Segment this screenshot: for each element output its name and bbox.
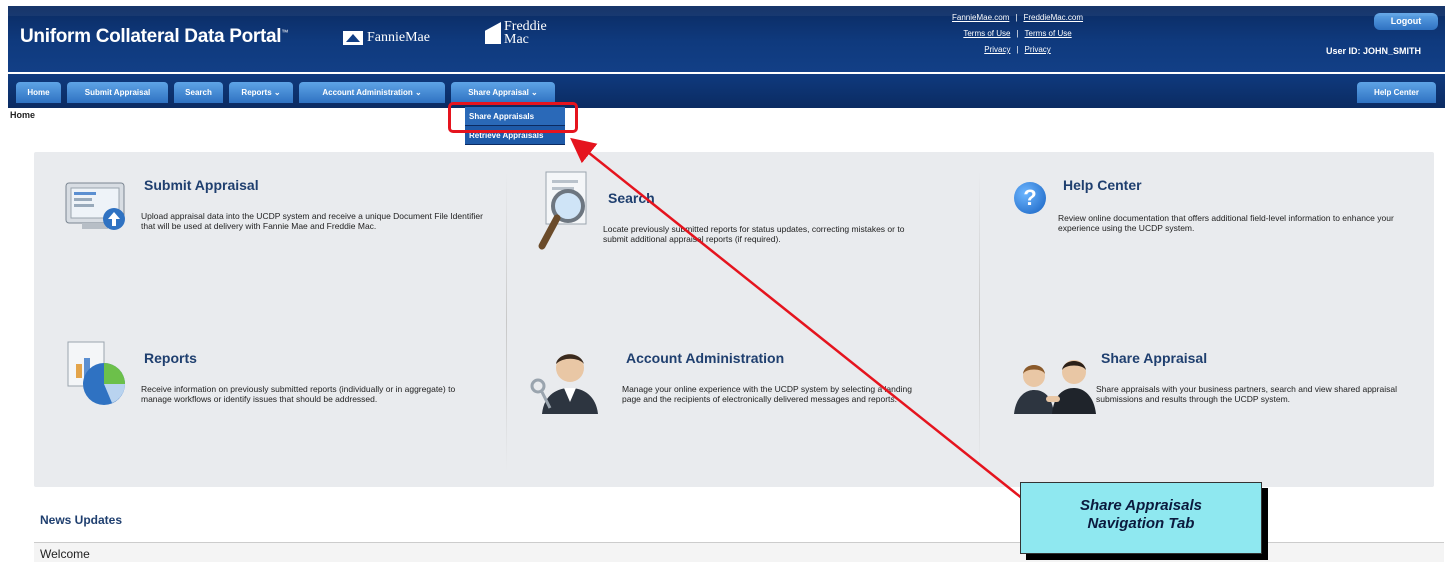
site-header: Uniform Collateral Data Portal™ FannieMa… [8, 6, 1445, 72]
fannie-mae-logo[interactable]: FannieMae [343, 30, 430, 46]
fannie-terms-link[interactable]: Terms of Use [963, 26, 1010, 42]
search-description: Locate previously submitted reports for … [603, 224, 905, 244]
freddie-mac-logo-icon [485, 22, 501, 44]
header-links: FannieMae.com | FreddieMac.com Terms of … [952, 10, 1083, 58]
fannie-mae-logo-icon [343, 31, 363, 45]
tab-submit-appraisal[interactable]: Submit Appraisal [67, 82, 168, 103]
home-panel [34, 152, 1434, 487]
portal-title: Uniform Collateral Data Portal™ [20, 26, 288, 47]
business-partners-icon[interactable] [1012, 350, 1096, 414]
tab-share-appraisal[interactable]: Share Appraisal ⌄ [451, 82, 555, 103]
share-appraisal-title[interactable]: Share Appraisal [1101, 350, 1207, 366]
account-administration-description: Manage your online experience with the U… [622, 384, 912, 404]
question-mark-icon[interactable]: ? [1014, 182, 1046, 214]
user-keys-icon[interactable] [528, 342, 600, 414]
tab-help-center[interactable]: Help Center [1357, 82, 1436, 103]
fanniemae-link[interactable]: FannieMae.com [952, 10, 1009, 26]
user-id-label: User ID: JOHN_SMITH [1326, 46, 1422, 56]
callout-box: Share Appraisals Navigation Tab [1020, 482, 1262, 554]
share-appraisal-description: Share appraisals with your business part… [1096, 384, 1397, 404]
fannie-privacy-link[interactable]: Privacy [984, 42, 1010, 58]
freddie-privacy-link[interactable]: Privacy [1025, 42, 1051, 58]
help-center-title[interactable]: Help Center [1063, 177, 1142, 193]
freddie-terms-link[interactable]: Terms of Use [1025, 26, 1072, 42]
reports-title[interactable]: Reports [144, 350, 197, 366]
reports-description: Receive information on previously submit… [141, 384, 456, 404]
submit-appraisal-description: Upload appraisal data into the UCDP syst… [141, 211, 483, 231]
magnifier-document-icon[interactable] [536, 170, 592, 252]
news-updates-title: News Updates [40, 513, 123, 527]
tab-search[interactable]: Search [174, 82, 223, 103]
help-center-description: Review online documentation that offers … [1058, 213, 1394, 233]
submit-appraisal-title[interactable]: Submit Appraisal [144, 177, 259, 193]
breadcrumb[interactable]: Home [10, 110, 35, 120]
column-divider [506, 172, 507, 472]
welcome-text: Welcome [40, 547, 90, 561]
tab-reports[interactable]: Reports ⌄ [229, 82, 293, 103]
search-title[interactable]: Search [608, 190, 655, 206]
logout-button[interactable]: Logout [1374, 13, 1438, 30]
highlight-box [448, 102, 578, 133]
tab-account-administration[interactable]: Account Administration ⌄ [299, 82, 445, 103]
monitor-upload-icon[interactable] [62, 177, 132, 237]
account-administration-title[interactable]: Account Administration [626, 350, 784, 366]
main-navbar: Home Submit Appraisal Search Reports ⌄ A… [8, 74, 1445, 108]
column-divider [979, 172, 980, 472]
freddiemac-link[interactable]: FreddieMac.com [1023, 10, 1083, 26]
freddie-mac-logo[interactable]: Freddie Mac [485, 20, 547, 47]
report-chart-icon[interactable] [64, 340, 128, 408]
tab-home[interactable]: Home [16, 82, 61, 103]
